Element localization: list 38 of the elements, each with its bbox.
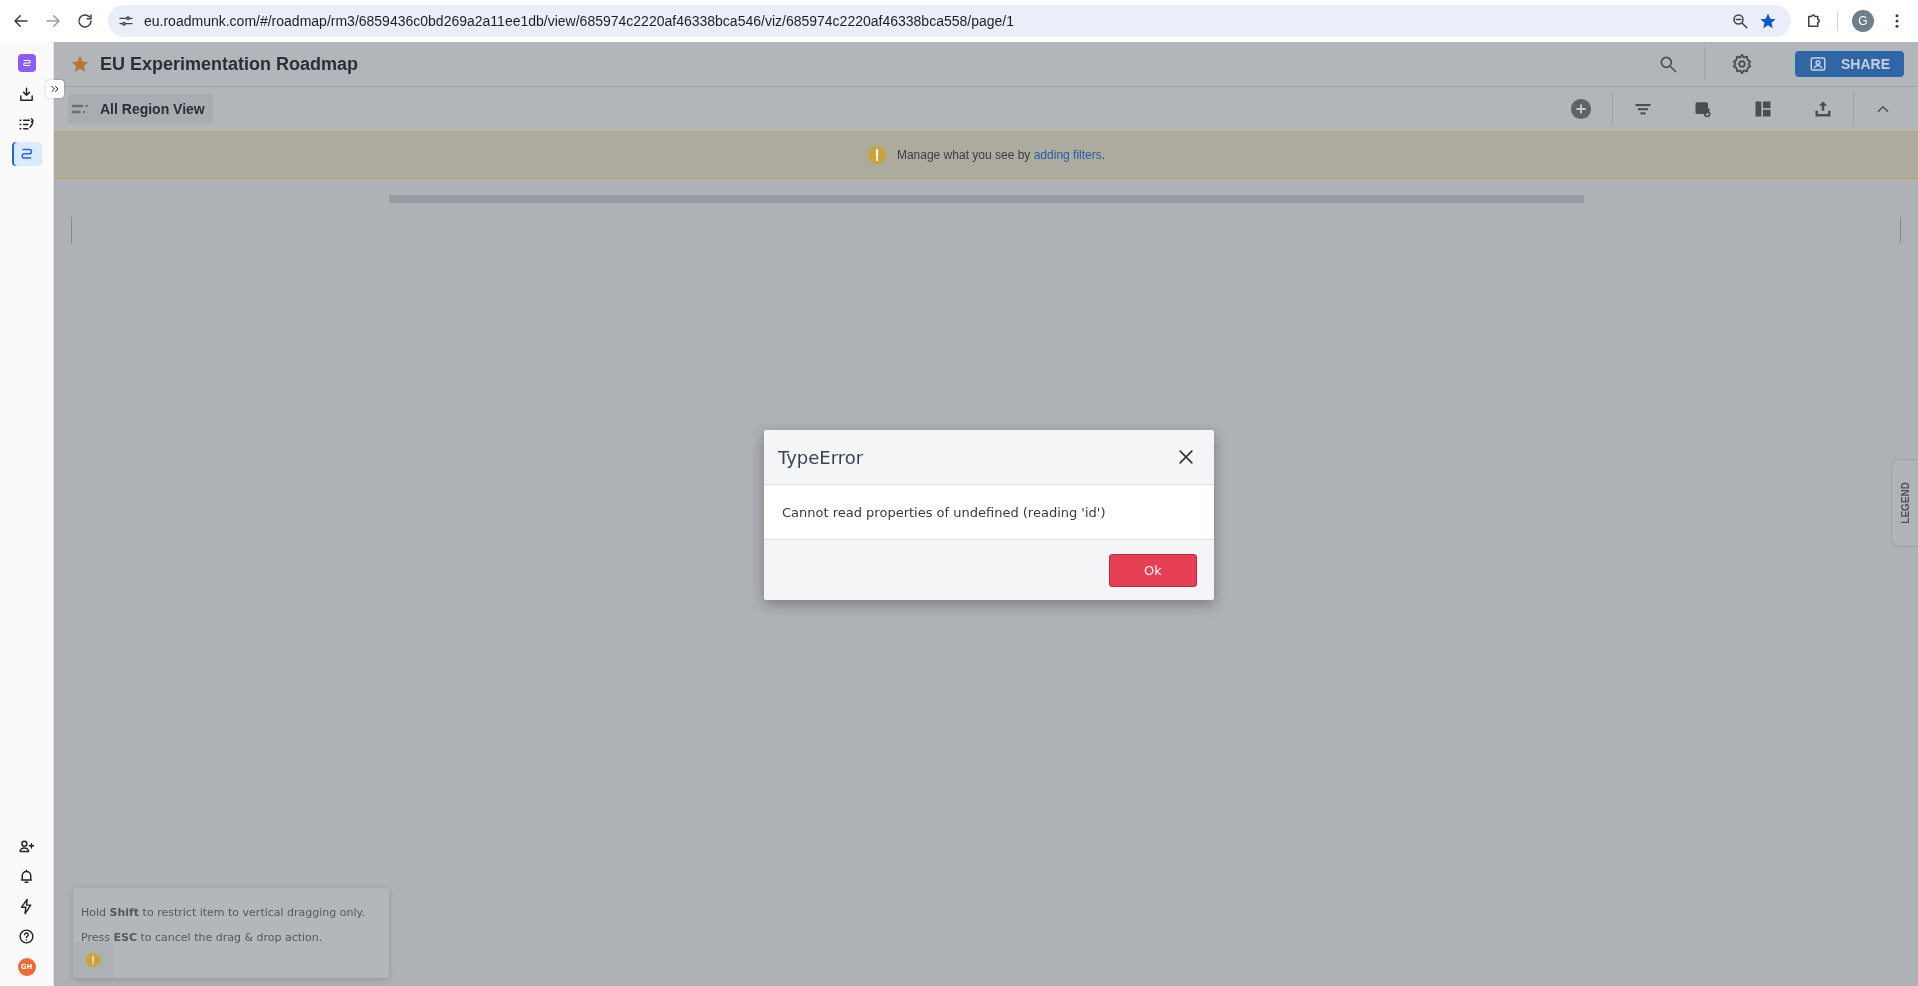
adding-filters-link[interactable]: adding filters: [1033, 148, 1102, 162]
expand-button[interactable]: [46, 80, 64, 98]
warning-icon: [866, 145, 887, 165]
hint-text: Press ESC to cancel the drag & drop action.: [81, 931, 324, 944]
error-message: Cannot read properties of undefined (reading 'id'): [782, 504, 1106, 520]
filter-hint: Manage what you see by adding filters.: [896, 148, 1106, 162]
dialog-title: TypeError: [778, 446, 864, 468]
ok-button[interactable]: Ok: [1109, 553, 1197, 587]
search-icon[interactable]: [1658, 54, 1678, 74]
close-icon[interactable]: [1176, 447, 1196, 467]
presentation-icon: [1809, 55, 1827, 73]
view-selector[interactable]: All Region View: [68, 94, 213, 124]
link-calendar-icon[interactable]: [1693, 99, 1713, 119]
add-user-icon[interactable]: [18, 837, 35, 855]
warning-icon: [85, 952, 101, 968]
share-button[interactable]: SHARE: [1795, 51, 1904, 77]
bell-icon[interactable]: [18, 867, 35, 885]
puzzle-icon[interactable]: [1805, 12, 1823, 30]
reload-icon[interactable]: [76, 12, 94, 30]
legend-tab[interactable]: LEGEND: [1891, 459, 1918, 547]
url-text: eu.roadmunk.com/#/roadmap/rm3/6859436c0bd269a2a11ee1db/view/685974c2220af46338bca546/viz/685974c2220af46338bca558/page/1: [144, 13, 1014, 29]
roadmap-title: EU Experimentation Roadmap: [100, 53, 359, 75]
layout-icon[interactable]: [1753, 99, 1773, 119]
zoom-out-icon[interactable]: [1731, 12, 1749, 30]
download-icon: [18, 85, 35, 103]
app-logo-icon[interactable]: [17, 54, 36, 72]
hint-text: Hold Shift to restrict item to vertical dragging only.: [81, 906, 366, 919]
help-icon[interactable]: [18, 927, 35, 945]
profile-avatar[interactable]: G: [1852, 10, 1874, 32]
star-icon[interactable]: [1759, 12, 1777, 30]
forward-icon[interactable]: [44, 12, 62, 30]
chevrons-icon: [49, 83, 61, 95]
upload-icon[interactable]: [1813, 99, 1833, 119]
star-icon[interactable]: [70, 54, 90, 74]
add-icon[interactable]: [1570, 98, 1592, 120]
address-bar[interactable]: eu.roadmunk.com/#/roadmap/rm3/6859436c0bd269a2a11ee1db/view/685974c2220af46338bca546/viz/685974c2220af46338bca558/page/1: [108, 5, 1791, 37]
back-icon[interactable]: [12, 12, 30, 30]
settings-icon[interactable]: [1731, 53, 1753, 75]
